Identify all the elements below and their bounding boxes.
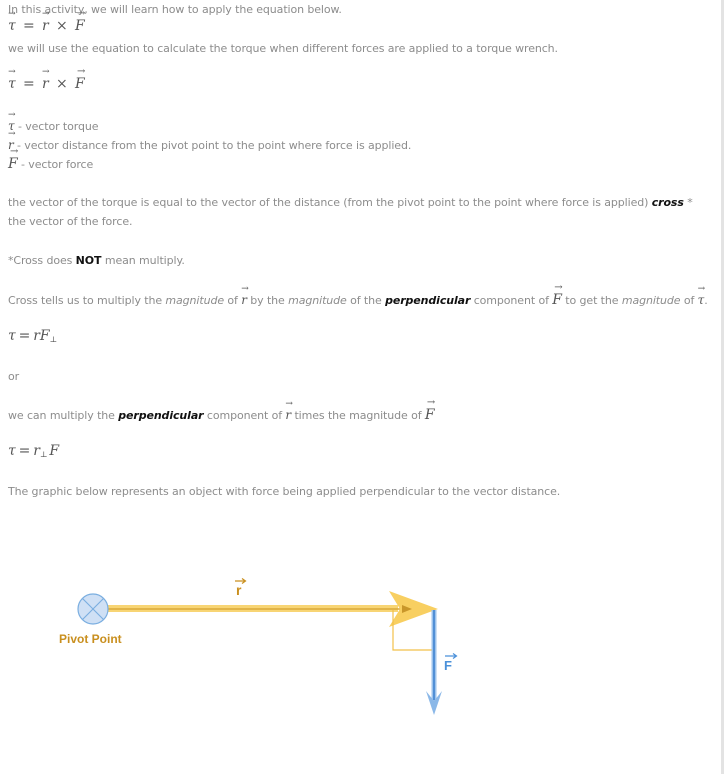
- definition-force: F - vector force: [8, 147, 94, 172]
- cross-emphasis: cross: [651, 196, 684, 209]
- definition-text: - vector distance from the pivot point t…: [13, 139, 412, 152]
- paragraph-text: we can multiply the: [8, 409, 119, 422]
- F-symbol: F: [49, 443, 59, 459]
- tau-symbol: τ: [8, 10, 16, 34]
- tau-symbol: τ: [8, 68, 16, 92]
- equation-r-F-perp: τ = rF⊥: [8, 328, 57, 344]
- r-symbol: r: [42, 10, 49, 34]
- multiply-paragraph: we can multiply the perpendicular compon…: [8, 398, 435, 423]
- perp-subscript: ⊥: [39, 450, 48, 459]
- definition-text: - vector torque: [14, 120, 99, 133]
- tau-symbol: τ: [8, 443, 16, 459]
- equation-r-perp-F: τ = r⊥ F: [8, 443, 59, 459]
- equals-sign: =: [18, 328, 31, 344]
- equals-sign: =: [23, 18, 35, 34]
- paragraph-text: of: [680, 294, 698, 307]
- graphic-caption: The graphic below represents an object w…: [8, 485, 561, 498]
- F-symbol: F: [552, 283, 562, 308]
- cross-sign: ×: [55, 76, 68, 92]
- F-symbol: F: [39, 328, 50, 344]
- tau-symbol: τ: [698, 285, 705, 307]
- cross-note: *Cross does NOT mean multiply.: [8, 254, 185, 267]
- perpendicular-emphasis: perpendicular: [118, 409, 204, 422]
- perpendicular-emphasis: perpendicular: [385, 294, 471, 307]
- intro-text: In this activity, we will learn how to a…: [8, 3, 342, 16]
- main-equation-repeat: τ = r × F: [8, 67, 85, 92]
- equals-sign: =: [23, 76, 35, 92]
- paragraph-text: the vector of the torque is equal to the…: [8, 196, 652, 209]
- F-symbol: F: [425, 398, 435, 423]
- cross-sign: ×: [55, 18, 68, 34]
- r-symbol: r: [285, 400, 291, 422]
- usage-text: we will use the equation to calculate th…: [8, 42, 558, 55]
- cross-tells-paragraph: Cross tells us to multiply the magnitude…: [8, 283, 708, 308]
- definition-text: - vector force: [17, 158, 94, 171]
- F-symbol: F: [8, 147, 18, 172]
- definition-torque: τ - vector torque: [8, 111, 99, 133]
- paragraph-text: of the: [346, 294, 386, 307]
- r-symbol: r: [241, 285, 247, 307]
- r-vector-label: r: [236, 582, 242, 598]
- pivot-point-label: Pivot Point: [59, 632, 122, 646]
- F-symbol: F: [75, 67, 85, 92]
- definition-distance: r - vector distance from the pivot point…: [8, 130, 412, 152]
- magnitude-italic: magnitude: [288, 294, 347, 307]
- paragraph-text: .: [704, 294, 708, 307]
- torque-diagram: Pivot Point r F: [59, 578, 458, 715]
- F-symbol: F: [75, 9, 85, 34]
- r-symbol: r: [33, 328, 40, 344]
- magnitude-italic: magnitude: [621, 294, 681, 307]
- perp-subscript: ⊥: [49, 335, 58, 344]
- paragraph-text: times the magnitude of: [291, 409, 425, 422]
- paragraph-text: by the: [246, 294, 289, 307]
- F-vector-label: F: [444, 658, 452, 673]
- note-text: mean multiply.: [101, 254, 185, 267]
- r-symbol: r: [42, 68, 49, 92]
- paragraph-text: Cross tells us to multiply the: [8, 294, 166, 307]
- not-emphasis: NOT: [75, 254, 102, 267]
- tau-symbol: τ: [8, 328, 16, 344]
- magnitude-italic: magnitude: [165, 294, 225, 307]
- main-equation: τ = r × F: [8, 9, 85, 34]
- paragraph-text: of: [224, 294, 242, 307]
- note-text: *Cross does: [8, 254, 76, 267]
- equals-sign: =: [18, 443, 31, 459]
- r-symbol: r: [33, 443, 40, 459]
- paragraph-text: component of: [470, 294, 553, 307]
- paragraph-text: to get the: [561, 294, 622, 307]
- or-text: or: [8, 370, 20, 383]
- paragraph-text: component of: [203, 409, 286, 422]
- cross-paragraph: the vector of the torque is equal to the…: [8, 193, 710, 231]
